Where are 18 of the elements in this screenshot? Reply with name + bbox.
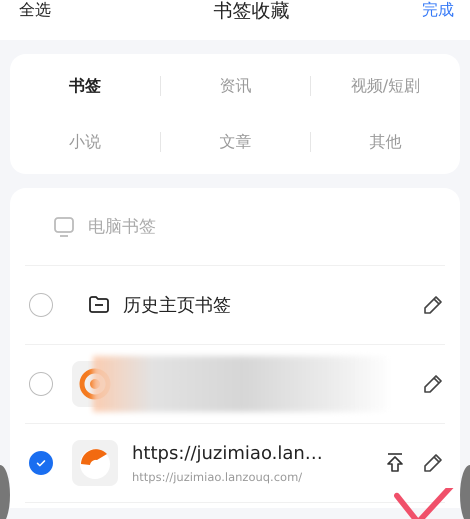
done-button[interactable]: 完成 xyxy=(422,0,454,20)
category-tab[interactable]: 小说 xyxy=(69,132,101,152)
category-tab[interactable]: 文章 xyxy=(220,132,252,152)
bookmark-title: https://juzimiao.lan… xyxy=(132,442,323,464)
select-all-button[interactable]: 全选 xyxy=(19,0,51,20)
page-title: 书签收藏 xyxy=(214,0,290,22)
category-tab[interactable]: 书签 xyxy=(69,76,101,96)
category-tab[interactable]: 其他 xyxy=(370,132,402,152)
monitor-icon xyxy=(52,214,76,238)
select-checkbox[interactable] xyxy=(29,372,53,396)
category-tab[interactable]: 资讯 xyxy=(220,76,252,96)
select-checkbox[interactable] xyxy=(29,451,53,475)
section-title: 电脑书签 xyxy=(88,216,156,238)
edit-icon[interactable] xyxy=(421,372,445,396)
bookmark-url: https://juzimiao.lanzouq.com/ xyxy=(132,470,304,484)
folder-name: 历史主页书签 xyxy=(123,294,231,317)
select-checkbox[interactable] xyxy=(29,293,53,317)
category-tab[interactable]: 视频/短剧 xyxy=(350,76,420,96)
